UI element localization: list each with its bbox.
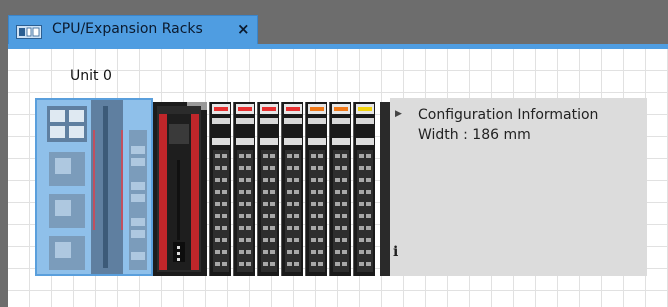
io-unit[interactable] <box>209 102 231 276</box>
configuration-info-label: Configuration Information <box>418 107 599 123</box>
rack-width-value: Width : 186 mm <box>418 127 531 143</box>
rack-unit-0[interactable]: ▶ Configuration Information Width : 186 … <box>35 98 647 276</box>
io-unit[interactable] <box>233 102 255 276</box>
rack-canvas[interactable]: Unit 0 ▶ Configuration Information Width… <box>8 44 668 307</box>
io-unit-graphic <box>308 104 326 272</box>
io-unit-graphic <box>332 104 350 272</box>
close-icon[interactable]: × <box>237 20 250 38</box>
power-supply-unit[interactable] <box>35 98 153 276</box>
status-led <box>238 107 252 111</box>
io-unit[interactable] <box>329 102 351 276</box>
io-unit[interactable] <box>353 102 375 276</box>
io-unit[interactable] <box>257 102 279 276</box>
status-led <box>214 107 228 111</box>
io-unit[interactable] <box>281 102 303 276</box>
io-unit-graphic <box>212 104 230 272</box>
io-unit-graphic <box>260 104 278 272</box>
tab-cpu-expansion-racks[interactable]: CPU/Expansion Racks × <box>8 15 258 44</box>
status-led <box>358 107 372 111</box>
status-led <box>286 107 300 111</box>
expand-arrow-icon[interactable]: ▶ <box>395 109 402 119</box>
end-cover <box>380 102 390 276</box>
power-supply-graphic <box>47 100 147 274</box>
status-led <box>334 107 348 111</box>
app-window: { "tab": { "icon": "rack-config-icon", "… <box>0 0 668 307</box>
info-icon[interactable]: i <box>393 244 398 260</box>
io-unit-graphic <box>236 104 254 272</box>
tab-title: CPU/Expansion Racks <box>52 21 203 37</box>
io-unit[interactable] <box>305 102 327 276</box>
cpu-unit[interactable] <box>153 102 207 276</box>
io-unit-graphic <box>356 104 374 272</box>
configuration-info-panel: ▶ Configuration Information Width : 186 … <box>390 98 647 276</box>
cpu-graphic <box>157 102 207 272</box>
unit-label: Unit 0 <box>70 68 112 84</box>
rack-config-icon <box>16 24 42 39</box>
io-unit-graphic <box>284 104 302 272</box>
status-led <box>262 107 276 111</box>
status-led <box>310 107 324 111</box>
